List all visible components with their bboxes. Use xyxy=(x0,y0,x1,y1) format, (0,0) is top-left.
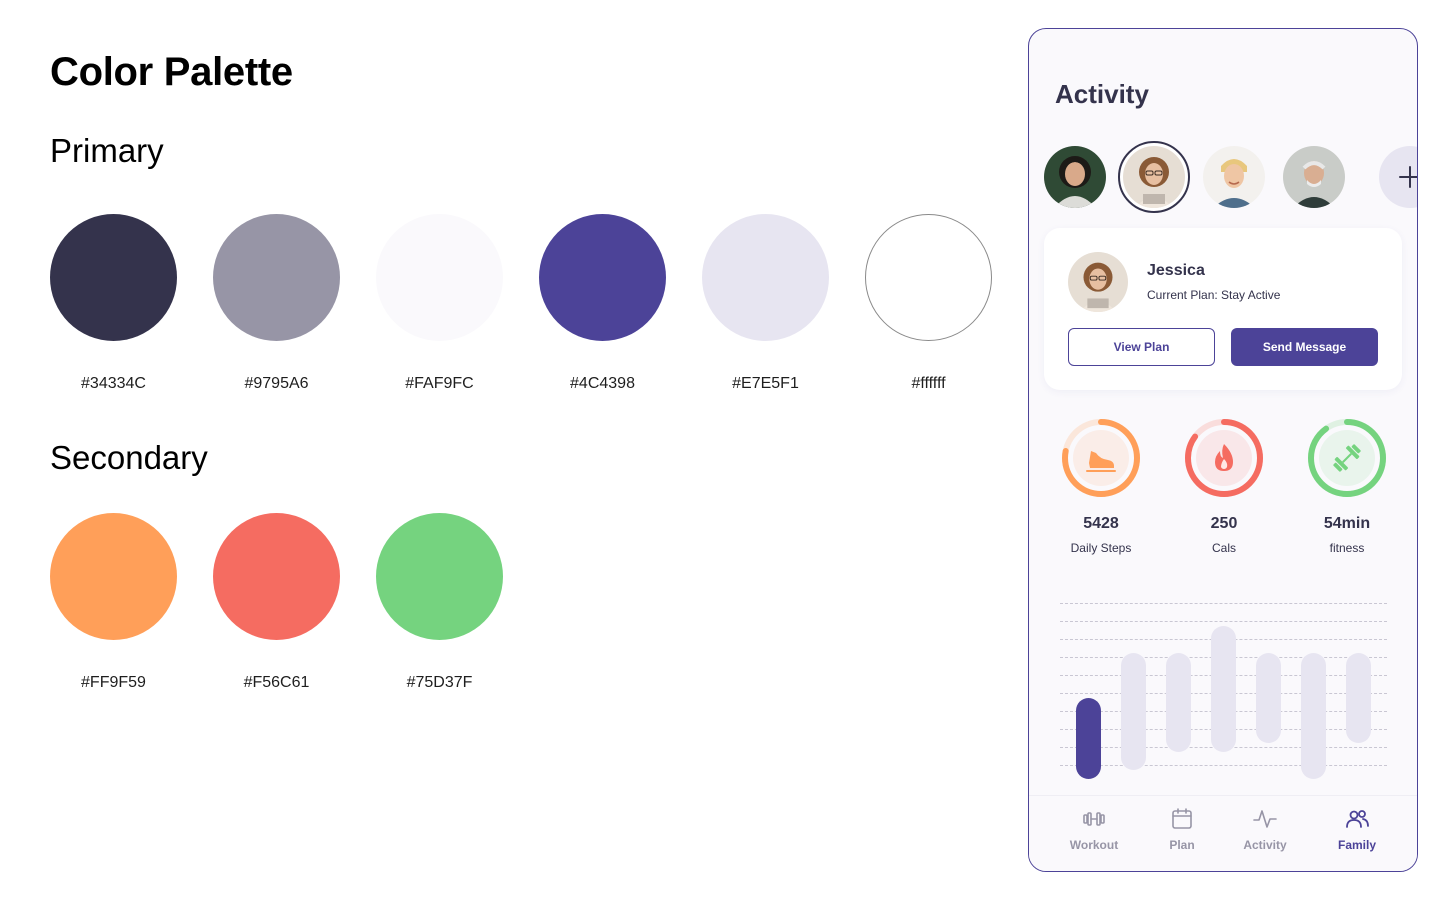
fitness-progress-ring xyxy=(1308,419,1386,497)
swatch-secondary-1: #FF9F59 xyxy=(50,513,177,692)
tab-label: Activity xyxy=(1243,838,1287,852)
bar[interactable] xyxy=(1211,626,1236,752)
swatch-hex: #FF9F59 xyxy=(81,674,146,691)
bar[interactable] xyxy=(1346,653,1371,743)
stat-label: Cals xyxy=(1211,541,1236,555)
swatch-circle xyxy=(213,214,340,341)
chart-gridline xyxy=(1060,765,1387,766)
phone-mockup: Activity Jessica Current Plan: Stay Acti… xyxy=(1028,28,1418,872)
avatar-young-man[interactable] xyxy=(1203,146,1265,208)
tab-plan[interactable]: Plan xyxy=(1137,806,1227,852)
swatch-hex: #34334C xyxy=(81,375,146,392)
activity-stats: 5428 Daily Steps 250 Cals 54min fitness xyxy=(1029,417,1417,577)
swatch-circle xyxy=(50,513,177,640)
member-plan: Current Plan: Stay Active xyxy=(1147,288,1281,302)
swatch-secondary-2: #F56C61 xyxy=(213,513,340,692)
swatch-circle xyxy=(376,214,503,341)
swatch-primary-6: #ffffff xyxy=(865,214,992,393)
plus-icon xyxy=(1399,166,1417,188)
tab-activity[interactable]: Activity xyxy=(1220,806,1310,852)
stat-value: 250 xyxy=(1210,515,1238,532)
swatch-hex: #F56C61 xyxy=(243,674,310,691)
bar-highlighted[interactable] xyxy=(1076,698,1101,779)
add-member-button[interactable] xyxy=(1379,146,1417,208)
family-icon xyxy=(1346,810,1369,828)
activity-bar-chart xyxy=(1060,599,1387,779)
palette-title: Color Palette xyxy=(50,50,293,94)
swatch-hex: #FAF9FC xyxy=(405,375,474,392)
view-plan-button[interactable]: View Plan xyxy=(1068,328,1215,366)
primary-section-title: Primary xyxy=(50,132,164,169)
avatar-jessica[interactable] xyxy=(1118,141,1190,213)
screen-title: Activity xyxy=(1055,79,1149,109)
bar[interactable] xyxy=(1256,653,1281,743)
bottom-tab-bar: Workout Plan Activity Family xyxy=(1029,795,1417,871)
tab-label: Family xyxy=(1337,838,1376,852)
stat-value: 54min xyxy=(1323,515,1371,532)
swatch-primary-1: #34334C xyxy=(50,214,177,393)
avatar-older-man[interactable] xyxy=(1283,146,1345,208)
steps-progress-ring xyxy=(1062,419,1140,497)
avatar xyxy=(1068,252,1128,312)
swatch-hex: #4C4398 xyxy=(570,375,635,392)
send-message-button[interactable]: Send Message xyxy=(1231,328,1378,366)
swatch-secondary-3: #75D37F xyxy=(376,513,503,692)
stat-daily-steps: 5428 Daily Steps xyxy=(1051,417,1151,555)
bar[interactable] xyxy=(1301,653,1326,779)
stat-label: fitness xyxy=(1329,541,1365,555)
swatch-primary-5: #E7E5F1 xyxy=(702,214,829,393)
family-avatar-strip xyxy=(1044,141,1417,213)
secondary-swatches: #FF9F59 #F56C61 #75D37F xyxy=(50,513,503,692)
swatch-hex: #E7E5F1 xyxy=(732,375,799,392)
activity-icon xyxy=(1253,810,1277,828)
stat-fitness: 54min fitness xyxy=(1297,417,1397,555)
tab-workout[interactable]: Workout xyxy=(1049,806,1139,852)
member-name: Jessica xyxy=(1147,262,1205,279)
stat-value: 5428 xyxy=(1083,515,1119,532)
chart-gridline xyxy=(1060,603,1387,604)
calendar-icon xyxy=(1172,808,1192,829)
swatch-primary-3: #FAF9FC xyxy=(376,214,503,393)
tab-label: Workout xyxy=(1069,838,1119,852)
swatch-circle xyxy=(376,513,503,640)
swatch-circle xyxy=(702,214,829,341)
chart-gridline xyxy=(1060,621,1387,622)
member-profile-card: Jessica Current Plan: Stay Active View P… xyxy=(1044,228,1402,390)
swatch-circle xyxy=(539,214,666,341)
swatch-primary-2: #9795A6 xyxy=(213,214,340,393)
swatch-primary-4: #4C4398 xyxy=(539,214,666,393)
stat-label: Daily Steps xyxy=(1070,541,1132,555)
tab-family[interactable]: Family xyxy=(1312,806,1402,852)
swatch-hex: #ffffff xyxy=(911,375,946,392)
swatch-circle xyxy=(865,214,992,341)
swatch-circle xyxy=(213,513,340,640)
bar[interactable] xyxy=(1166,653,1191,752)
calories-progress-ring xyxy=(1185,419,1263,497)
swatch-hex: #75D37F xyxy=(406,674,473,691)
dumbbell-icon xyxy=(1083,812,1105,826)
bar[interactable] xyxy=(1121,653,1146,770)
tab-label: Plan xyxy=(1169,838,1195,852)
swatch-hex: #9795A6 xyxy=(244,375,309,392)
swatch-circle xyxy=(50,214,177,341)
avatar-woman-dark-hair[interactable] xyxy=(1044,146,1106,208)
stat-calories: 250 Cals xyxy=(1174,417,1274,555)
primary-swatches: #34334C #9795A6 #FAF9FC #4C4398 #E7E5F1 … xyxy=(50,214,992,393)
secondary-section-title: Secondary xyxy=(50,439,208,476)
